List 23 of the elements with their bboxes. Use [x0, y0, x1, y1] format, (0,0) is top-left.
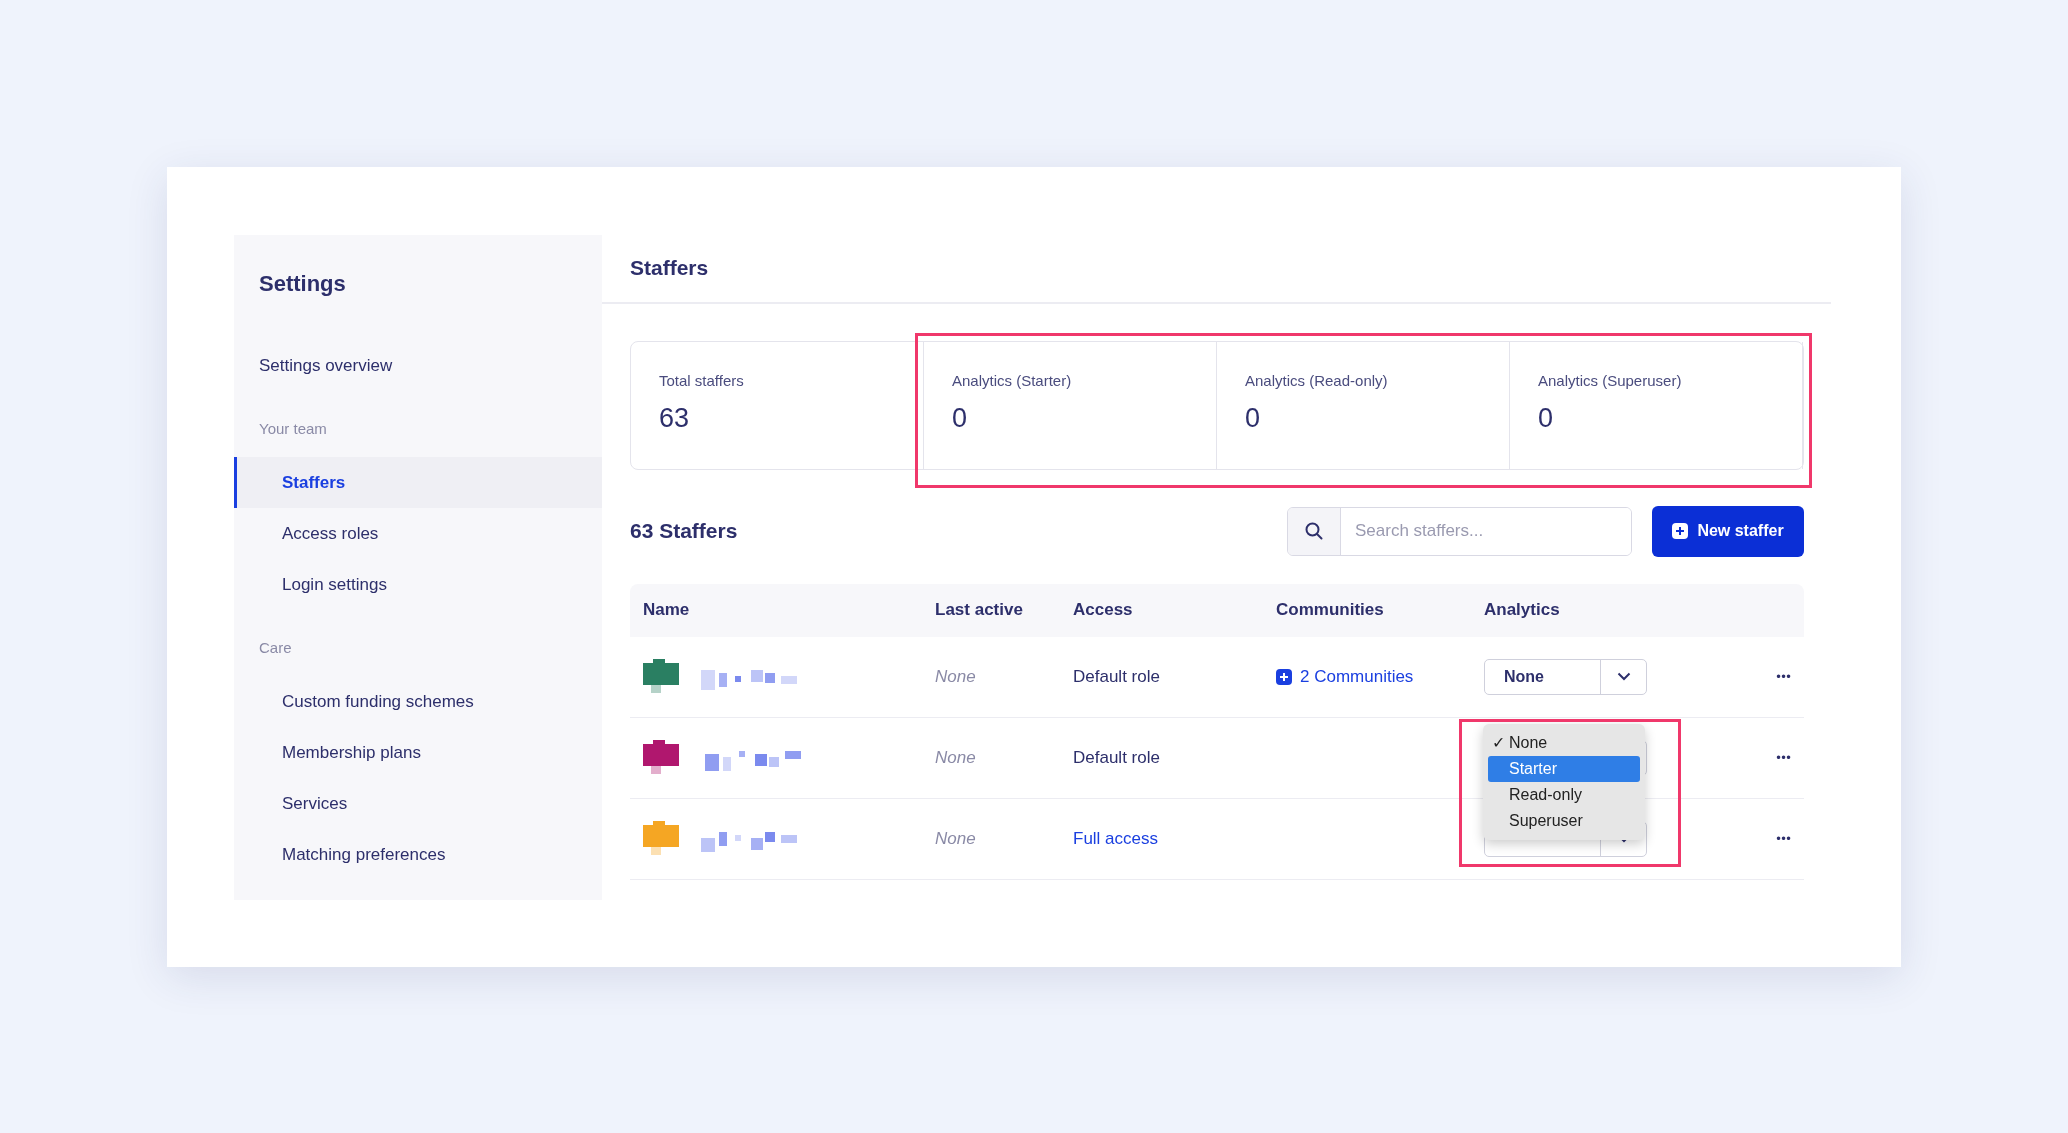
page-title: Staffers	[630, 256, 709, 280]
last-active-cell: None	[935, 828, 976, 849]
last-active-cell: None	[935, 747, 976, 768]
stat-label: Analytics (Starter)	[952, 371, 1073, 389]
stat-label: Analytics (Superuser)	[1538, 371, 1683, 389]
last-active-cell: None	[935, 666, 976, 687]
column-header: Last active	[934, 599, 1024, 621]
stat-label: Analytics (Read-only)	[1245, 371, 1389, 389]
section-heading: Your team	[258, 418, 328, 439]
access-cell: Default role	[1073, 747, 1160, 768]
access-cell: Default role	[1073, 666, 1160, 687]
column-header: Access	[1072, 599, 1134, 621]
section-title: 63 Staffers	[630, 519, 739, 543]
stat-label: Total staffers	[659, 371, 745, 389]
sidebar-title: Settings	[258, 270, 347, 297]
column-header: Communities	[1275, 599, 1385, 621]
stat-value: 0	[1245, 402, 1262, 434]
section-heading: Care	[258, 637, 293, 658]
column-header: Analytics	[1483, 599, 1561, 621]
column-header: Name	[642, 599, 691, 621]
stat-value: 0	[1538, 402, 1555, 434]
stat-value: 0	[952, 402, 969, 434]
stat-value: 63	[659, 402, 691, 434]
